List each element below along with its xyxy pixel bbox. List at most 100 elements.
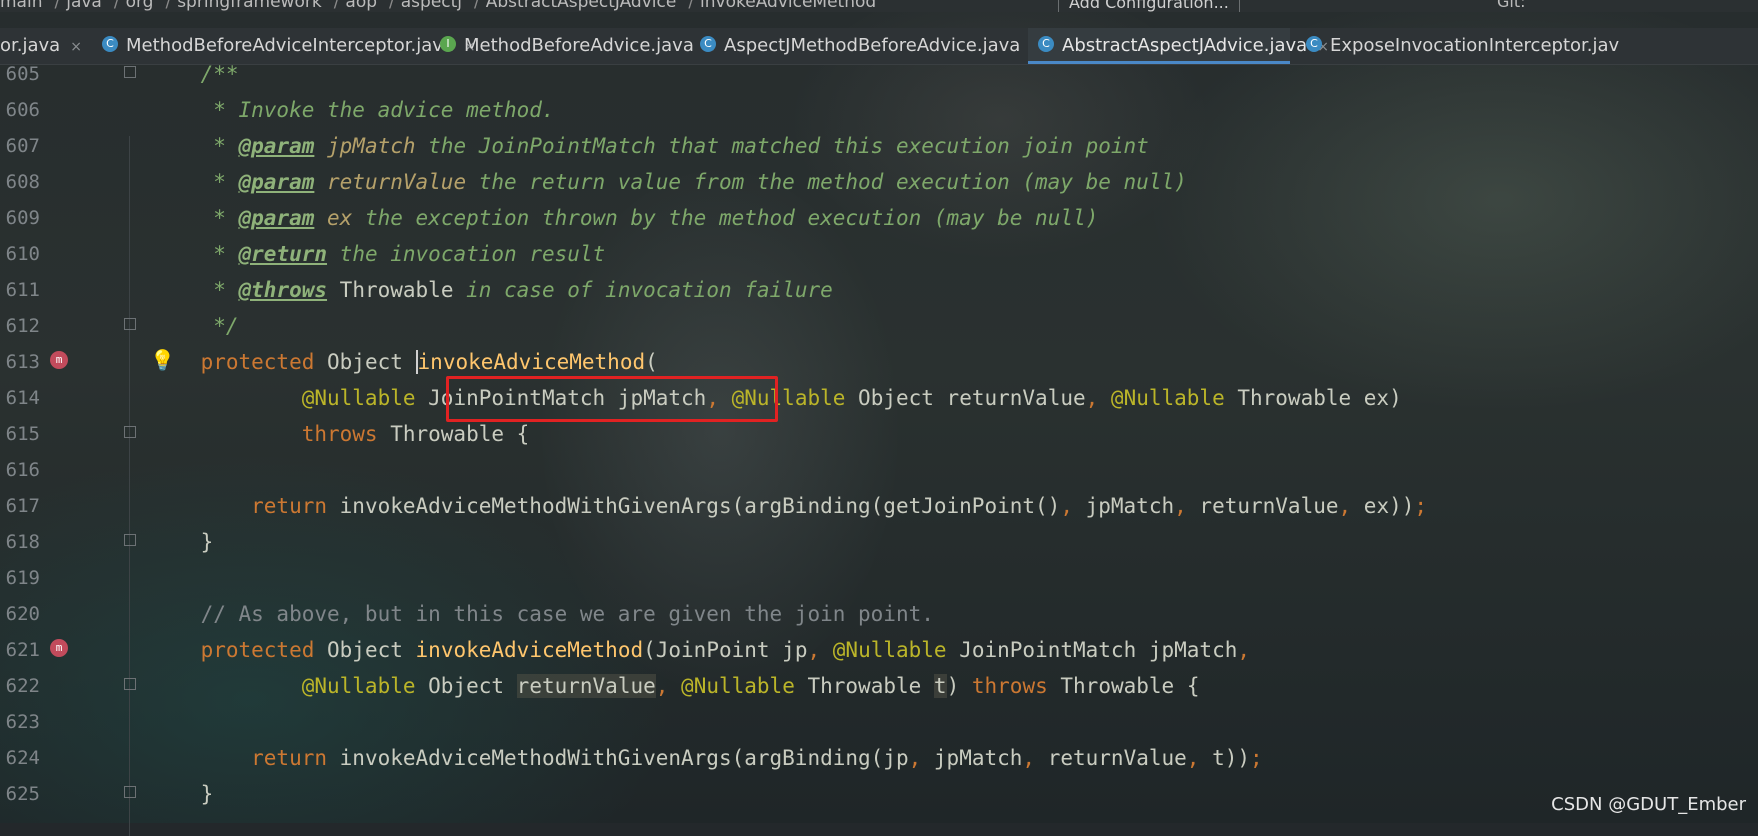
breadcrumb-item[interactable]: aspectj xyxy=(401,0,462,12)
line-number[interactable]: 610 xyxy=(0,236,40,272)
code-line[interactable]: 605 /** xyxy=(0,56,1758,92)
code-line[interactable]: 623 xyxy=(0,704,1758,740)
line-number[interactable]: 623 xyxy=(0,704,40,740)
line-number[interactable]: 611 xyxy=(0,272,40,308)
line-number[interactable]: 614 xyxy=(0,380,40,416)
breadcrumb-separator: / xyxy=(113,0,120,12)
code-token: jpMatch xyxy=(314,134,416,158)
line-number[interactable]: 615 xyxy=(0,416,40,452)
code-token: Object xyxy=(428,674,517,698)
code-line[interactable]: 618 } xyxy=(0,524,1758,560)
line-number[interactable]: 622 xyxy=(0,668,40,704)
code-line[interactable]: 621 m protected Object invokeAdviceMethod… xyxy=(0,632,1758,668)
override-marker-icon[interactable]: m xyxy=(50,639,68,657)
add-configuration-button[interactable]: Add Configuration... xyxy=(1058,0,1240,12)
code-line[interactable]: 614 @Nullable JoinPointMatch jpMatch, @N… xyxy=(0,380,1758,416)
code-line[interactable]: 607 * @param jpMatch the JoinPointMatch … xyxy=(0,128,1758,164)
code-token: , xyxy=(1060,494,1086,518)
code-line[interactable]: 620 // As above, but in this case we are… xyxy=(0,596,1758,632)
line-number[interactable]: 620 xyxy=(0,596,40,632)
override-marker-icon[interactable]: m xyxy=(50,351,68,369)
code-token: the JoinPointMatch that matched this exe… xyxy=(415,134,1149,158)
line-number[interactable]: 621 xyxy=(0,632,40,668)
tab-label: or.java xyxy=(0,35,61,56)
line-number[interactable]: 607 xyxy=(0,128,40,164)
close-icon[interactable]: × xyxy=(70,39,82,55)
code-token: invokeAdviceMethodWithGivenArgs(argBindi… xyxy=(339,746,909,770)
code-token: } xyxy=(150,782,214,806)
code-text: // As above, but in this case we are giv… xyxy=(150,596,934,632)
code-line[interactable]: 615 throws Throwable { xyxy=(0,416,1758,452)
code-token: , xyxy=(1186,746,1213,770)
code-token: , xyxy=(1237,638,1251,662)
code-editor[interactable]: 605 /** 606 * Invoke the advice method. 60… xyxy=(0,62,1758,836)
code-line[interactable]: 622 @Nullable Object returnValue, @Nulla… xyxy=(0,668,1758,704)
line-number[interactable]: 606 xyxy=(0,92,40,128)
fold-toggle-icon[interactable] xyxy=(124,534,136,546)
code-token: Throwable xyxy=(327,278,454,302)
line-number[interactable]: 617 xyxy=(0,488,40,524)
line-number[interactable]: 618 xyxy=(0,524,40,560)
code-line[interactable]: 613 m 💡 protected Object invokeAdviceMetho… xyxy=(0,344,1758,380)
code-line[interactable]: 611 * @throws Throwable in case of invoc… xyxy=(0,272,1758,308)
code-text: protected Object invokeAdviceMethod( xyxy=(150,344,658,380)
code-token: returnValue xyxy=(516,674,656,698)
code-token: Object returnValue xyxy=(858,386,1086,410)
code-text: @Nullable Object returnValue, @Nullable … xyxy=(150,668,1199,704)
code-text: } xyxy=(150,524,214,560)
tab-label: ExposeInvocationInterceptor.jav xyxy=(1330,35,1620,56)
breadcrumb-item[interactable]: org xyxy=(126,0,154,12)
code-token: ( xyxy=(645,350,658,374)
code-line[interactable]: 619 xyxy=(0,560,1758,596)
code-line[interactable]: 608 * @param returnValue the return valu… xyxy=(0,164,1758,200)
breadcrumb-item[interactable]: springframework xyxy=(177,0,321,12)
code-token: /** xyxy=(150,62,239,86)
code-line[interactable]: 612 */ xyxy=(0,308,1758,344)
fold-toggle-icon[interactable] xyxy=(124,318,136,330)
code-token: the exception thrown by the method execu… xyxy=(352,206,1099,230)
code-line[interactable]: 616 xyxy=(0,452,1758,488)
line-number[interactable]: 612 xyxy=(0,308,40,344)
code-line[interactable]: 624 return invokeAdviceMethodWithGivenAr… xyxy=(0,740,1758,776)
fold-toggle-icon[interactable] xyxy=(124,66,136,78)
line-number[interactable]: 613 xyxy=(0,344,40,380)
highlight-box xyxy=(446,376,778,422)
code-token: @param xyxy=(238,134,315,158)
line-number[interactable]: 619 xyxy=(0,560,40,596)
code-token: ; xyxy=(1250,746,1263,770)
code-token: ) xyxy=(946,674,972,698)
code-token: @throws xyxy=(238,278,328,302)
code-line[interactable]: 625 } xyxy=(0,776,1758,812)
fold-toggle-icon[interactable] xyxy=(124,786,136,798)
fold-toggle-icon[interactable] xyxy=(124,678,136,690)
tab-label: AbstractAspectJAdvice.java xyxy=(1062,35,1308,56)
fold-toggle-icon[interactable] xyxy=(124,426,136,438)
code-line[interactable]: 606 * Invoke the advice method. xyxy=(0,92,1758,128)
line-number[interactable]: 616 xyxy=(0,452,40,488)
line-number[interactable]: 624 xyxy=(0,740,40,776)
code-token: @param xyxy=(238,206,315,230)
line-number[interactable]: 625 xyxy=(0,776,40,812)
code-line[interactable]: 617 return invokeAdviceMethodWithGivenAr… xyxy=(0,488,1758,524)
breadcrumb-item[interactable]: java xyxy=(66,0,102,12)
code-token: return xyxy=(150,746,340,770)
code-token: Throwable ex) xyxy=(1237,386,1402,410)
code-token: throws xyxy=(150,422,391,446)
line-number[interactable]: 609 xyxy=(0,200,40,236)
code-token: , xyxy=(1085,386,1111,410)
code-token: in case of invocation failure xyxy=(453,278,833,302)
code-token: @Nullable xyxy=(832,638,960,662)
code-line[interactable]: 610 * @return the invocation result xyxy=(0,236,1758,272)
code-token: invokeAdviceMethod xyxy=(415,350,646,374)
code-token: throws xyxy=(971,674,1061,698)
code-line[interactable]: 609 * @param ex the exception thrown by … xyxy=(0,200,1758,236)
code-text: */ xyxy=(150,308,238,344)
breadcrumb-item[interactable]: aop xyxy=(345,0,377,12)
breadcrumb-item[interactable]: invokeAdviceMethod xyxy=(700,0,876,12)
line-number[interactable]: 608 xyxy=(0,164,40,200)
code-token: t)) xyxy=(1212,746,1251,770)
breadcrumb-item[interactable]: AbstractAspectJAdvice xyxy=(486,0,677,12)
code-token: , xyxy=(655,674,682,698)
line-number[interactable]: 605 xyxy=(0,56,40,92)
breadcrumb-item[interactable]: main xyxy=(0,0,42,12)
